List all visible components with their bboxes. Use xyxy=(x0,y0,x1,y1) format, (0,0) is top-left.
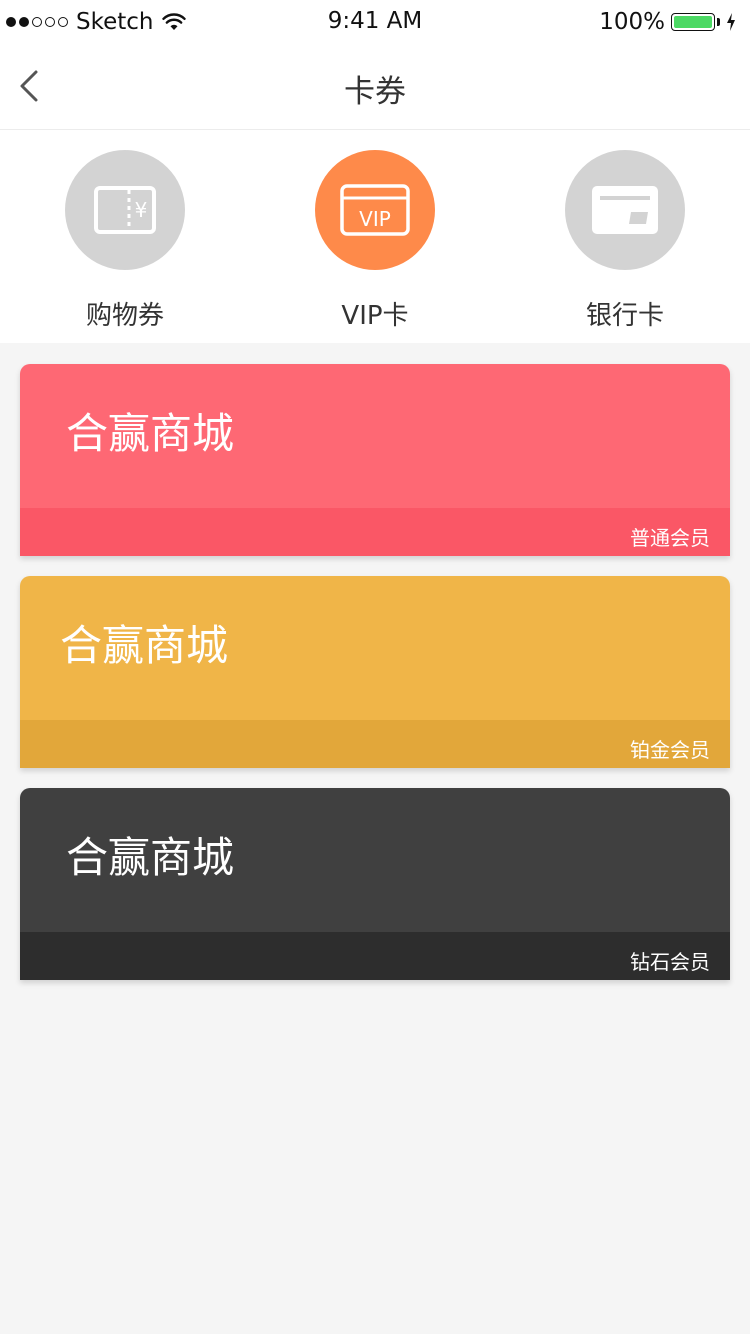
battery-nub xyxy=(717,18,720,26)
battery-icon xyxy=(671,13,715,31)
card-footer: 普通会员 xyxy=(20,508,730,556)
membership-card-platinum[interactable]: 合赢商城 铂金会员 xyxy=(20,576,730,768)
tab-bank-card[interactable]: 银行卡 xyxy=(525,150,725,340)
card-store-name: 合赢商城 xyxy=(60,621,229,670)
charging-bolt-icon xyxy=(727,13,735,31)
card-type-tabs: ¥ 购物券 VIP VIP卡 银行卡 xyxy=(0,130,750,343)
tab-label-coupon: 购物券 xyxy=(85,301,164,331)
bank-card-icon xyxy=(565,150,685,270)
tab-coupon[interactable]: ¥ 购物券 xyxy=(25,150,225,340)
status-bar: Sketch 9:41 AM 100% xyxy=(0,0,750,44)
battery-percent: 100% xyxy=(599,9,665,35)
card-tier-label: 普通会员 xyxy=(630,526,710,550)
membership-card-regular[interactable]: 合赢商城 普通会员 xyxy=(20,364,730,556)
card-tier-label: 铂金会员 xyxy=(630,738,710,762)
card-tier-label: 钻石会员 xyxy=(630,950,710,974)
nav-bar: 卡券 xyxy=(0,44,750,130)
membership-card-diamond[interactable]: 合赢商城 钻石会员 xyxy=(20,788,730,980)
card-store-name: 合赢商城 xyxy=(66,833,235,882)
status-right: 100% xyxy=(599,8,736,36)
tab-label-vip: VIP卡 xyxy=(341,301,409,331)
vip-card-icon: VIP xyxy=(315,150,435,270)
tab-label-bank-card: 银行卡 xyxy=(585,301,664,331)
tab-vip[interactable]: VIP VIP卡 xyxy=(275,150,475,340)
svg-text:VIP: VIP xyxy=(359,207,391,231)
coupon-icon: ¥ xyxy=(65,150,185,270)
card-store-name: 合赢商城 xyxy=(66,409,235,458)
card-footer: 钻石会员 xyxy=(20,932,730,980)
svg-text:¥: ¥ xyxy=(135,198,148,222)
page-title: 卡券 xyxy=(344,74,406,110)
card-footer: 铂金会员 xyxy=(20,720,730,768)
